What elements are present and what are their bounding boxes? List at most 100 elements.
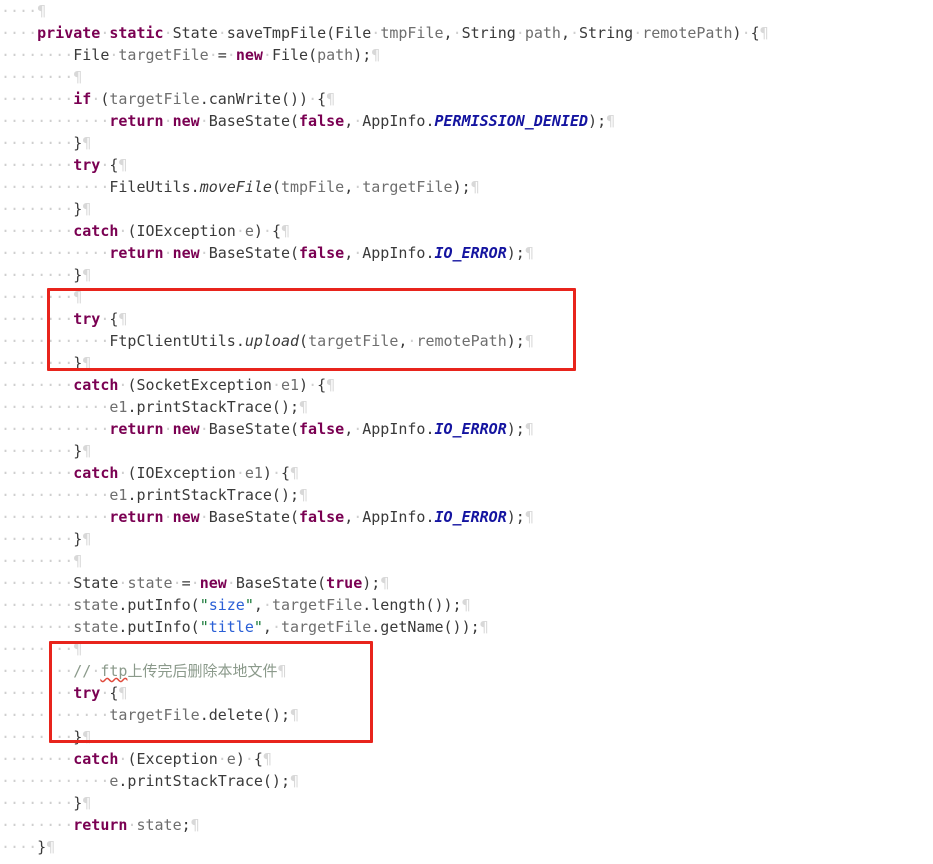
code-line[interactable]: ············return·new·BaseState(false,·… [0,242,933,264]
code-line[interactable]: ········State·state·=·new·BaseState(true… [0,572,933,594]
code-line[interactable]: ········try·{¶ [0,154,933,176]
code-token: .canWrite()) [199,90,309,108]
space-dot: · [163,24,173,42]
leading-whitespace-dots: ········ [1,750,74,768]
space-dot: · [271,618,281,636]
leading-whitespace-dots: ········ [1,376,74,394]
leading-whitespace-dots: ········ [1,530,74,548]
code-token: saveTmpFile [226,24,327,42]
code-token: , [443,24,453,42]
pilcrow-eol-marker: ¶ [299,398,309,416]
leading-whitespace-dots: ········ [1,46,74,64]
code-token: " [253,618,263,636]
code-token: { [271,222,281,240]
space-dot: · [163,244,173,262]
code-line[interactable]: ········if·(targetFile.canWrite())·{¶ [0,88,933,110]
code-token: File [73,46,110,64]
code-line[interactable]: ····}¶ [0,836,933,858]
code-token: ( [299,332,309,350]
code-token: , [344,112,354,130]
code-token: , [344,420,354,438]
pilcrow-eol-marker: ¶ [290,772,300,790]
code-line[interactable]: ········File·targetFile·=·new·File(path)… [0,44,933,66]
leading-whitespace-dots: ········ [1,794,74,812]
space-dot: · [217,750,227,768]
code-token: IO_ERROR [434,244,507,262]
code-line[interactable]: ········}¶ [0,352,933,374]
code-line[interactable]: ········}¶ [0,264,933,286]
code-token: { [750,24,760,42]
code-token: .putInfo( [118,596,200,614]
code-token: } [73,266,83,284]
code-line[interactable]: ········try·{¶ [0,308,933,330]
code-text-area[interactable]: ····¶ ····private·static·State·saveTmpFil… [0,0,933,858]
leading-whitespace-dots: ········ [1,200,74,218]
leading-whitespace-dots: ········ [1,156,74,174]
pilcrow-eol-marker: ¶ [380,574,390,592]
code-token: false [299,508,345,526]
code-line[interactable]: ············e.printStackTrace();¶ [0,770,933,792]
leading-whitespace-dots: ············ [1,332,110,350]
space-dot: · [235,222,245,240]
code-token: new [172,420,200,438]
code-line[interactable]: ············FileUtils.moveFile(tmpFile,·… [0,176,933,198]
code-line[interactable]: ········try·{¶ [0,682,933,704]
code-token: return [109,420,164,438]
leading-whitespace-dots: ········ [1,266,74,284]
code-token: static [109,24,164,42]
code-token: .printStackTrace(); [127,398,300,416]
code-line[interactable]: ········catch·(IOException·e1)·{¶ [0,462,933,484]
code-line[interactable]: ············e1.printStackTrace();¶ [0,484,933,506]
space-dot: · [91,662,101,680]
code-token: } [73,794,83,812]
space-dot: · [199,112,209,130]
code-token: State [172,24,218,42]
code-line[interactable]: ········}¶ [0,198,933,220]
code-line[interactable]: ············return·new·BaseState(false,·… [0,110,933,132]
code-line[interactable]: ····¶ [0,0,933,22]
leading-whitespace-dots: ········ [1,640,74,658]
code-line[interactable]: ········}¶ [0,132,933,154]
code-editor-viewport[interactable]: ····¶ ····private·static·State·saveTmpFil… [0,0,933,864]
code-token: } [73,442,83,460]
code-line[interactable]: ········return·state;¶ [0,814,933,836]
code-token: targetFile [109,706,200,724]
code-line[interactable]: ········¶ [0,66,933,88]
code-line[interactable]: ········state.putInfo("size",·targetFile… [0,594,933,616]
code-line[interactable]: ········}¶ [0,726,933,748]
code-line[interactable]: ········//·ftp上传完后删除本地文件¶ [0,660,933,682]
pilcrow-eol-marker: ¶ [759,24,769,42]
space-dot: · [199,508,209,526]
code-line[interactable]: ········catch·(SocketException·e1)·{¶ [0,374,933,396]
code-token: AppInfo [362,508,426,526]
space-dot: · [515,24,525,42]
code-token: PERMISSION_DENIED [434,112,589,130]
code-line[interactable]: ····private·static·State·saveTmpFile(Fil… [0,22,933,44]
code-line[interactable]: ············targetFile.delete();¶ [0,704,933,726]
code-line[interactable]: ········catch·(Exception·e)·{¶ [0,748,933,770]
code-token: false [299,112,345,130]
code-token: . [235,332,245,350]
space-dot: · [569,24,579,42]
code-line[interactable]: ············return·new·BaseState(false,·… [0,506,933,528]
code-line[interactable]: ········catch·(IOException·e)·{¶ [0,220,933,242]
code-token: return [109,112,164,130]
code-line[interactable]: ············return·new·BaseState(false,·… [0,418,933,440]
code-line[interactable]: ············FtpClientUtils.upload(target… [0,330,933,352]
code-line[interactable]: ········}¶ [0,440,933,462]
code-line[interactable]: ············e1.printStackTrace();¶ [0,396,933,418]
code-token: ) [506,244,516,262]
code-token: ; [461,178,471,196]
code-line[interactable]: ········¶ [0,638,933,660]
code-line[interactable]: ········state.putInfo("title",·targetFil… [0,616,933,638]
leading-whitespace-dots: ········ [1,288,74,306]
code-token: { [317,376,327,394]
pilcrow-eol-marker: ¶ [190,816,200,834]
code-line[interactable]: ········¶ [0,286,933,308]
leading-whitespace-dots: ············ [1,178,110,196]
code-line[interactable]: ········}¶ [0,792,933,814]
code-token: state [73,596,119,614]
code-line[interactable]: ········¶ [0,550,933,572]
space-dot: · [633,24,643,42]
code-line[interactable]: ········}¶ [0,528,933,550]
